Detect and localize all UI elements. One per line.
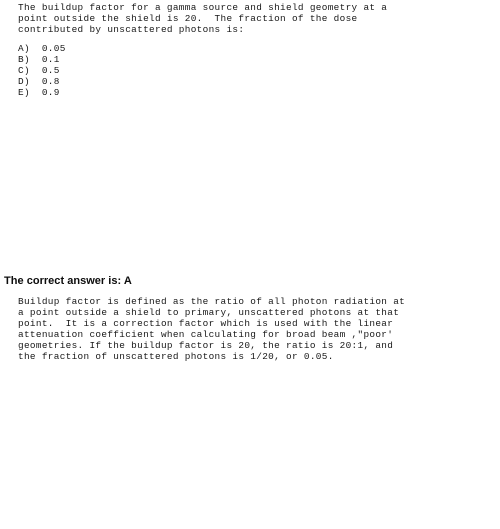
answer-explanation: Buildup factor is defined as the ratio o… <box>18 296 478 362</box>
answer-options-list: A) 0.05 B) 0.1 C) 0.5 D) 0.8 E) 0.9 <box>18 43 218 99</box>
answer-option-e[interactable]: E) 0.9 <box>18 87 218 99</box>
page-canvas: The buildup factor for a gamma source an… <box>0 0 500 529</box>
correct-answer-heading: The correct answer is: A <box>4 275 132 287</box>
explanation-line: geometries. If the buildup factor is 20,… <box>18 339 394 351</box>
answer-option-d[interactable]: D) 0.8 <box>18 76 218 88</box>
explanation-line: the fraction of unscattered photons is 1… <box>18 350 334 362</box>
question-stem: The buildup factor for a gamma source an… <box>18 2 478 36</box>
question-stem-line: contributed by unscattered photons is: <box>18 23 245 35</box>
explanation-line: attenuation coefficient when calculating… <box>18 328 394 340</box>
